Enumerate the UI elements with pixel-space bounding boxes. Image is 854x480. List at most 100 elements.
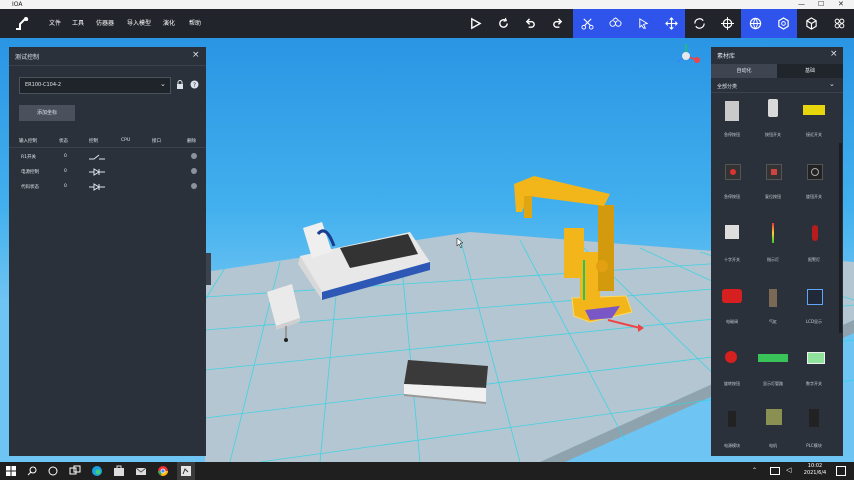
close-icon[interactable]: ×: [192, 50, 200, 60]
asset-item-2-icon[interactable]: [803, 105, 825, 115]
volume-icon[interactable]: ◁: [786, 466, 791, 474]
row-name: 代码状态: [21, 185, 39, 190]
column-control: 控制: [89, 139, 98, 144]
mail-icon[interactable]: [135, 465, 147, 477]
globe-tool-button[interactable]: [741, 9, 769, 38]
delete-icon[interactable]: [191, 168, 197, 174]
clock-time: 10:02: [807, 463, 823, 469]
undo-button[interactable]: [516, 9, 544, 38]
menu-import-model[interactable]: 导入模型: [127, 19, 151, 28]
diode-icon[interactable]: [89, 183, 105, 191]
task-view-icon[interactable]: [47, 465, 59, 477]
column-input-control: 输入控制: [19, 139, 37, 144]
asset-item-7-icon[interactable]: [772, 223, 774, 243]
minimize-button[interactable]: —: [798, 0, 805, 9]
edge-browser-icon[interactable]: [91, 465, 103, 477]
close-window-button[interactable]: ✕: [838, 0, 844, 9]
add-coordinate-button[interactable]: 添加坐标: [19, 105, 75, 121]
asset-item-13-icon[interactable]: [758, 354, 788, 362]
grid-icon: [834, 18, 844, 29]
delete-icon[interactable]: [191, 153, 197, 159]
robot-tool-button[interactable]: [601, 9, 629, 38]
target-tool-button[interactable]: [713, 9, 741, 38]
asset-item-11-icon[interactable]: [807, 289, 823, 305]
rotate-tool-button[interactable]: [685, 9, 713, 38]
close-icon[interactable]: ×: [830, 49, 838, 59]
select-tool-button[interactable]: [629, 9, 657, 38]
asset-item-1-icon[interactable]: [768, 99, 778, 117]
task-view-windows-icon[interactable]: [69, 465, 81, 477]
globe-icon: [749, 17, 761, 30]
asset-item-0-icon[interactable]: [725, 101, 739, 121]
rotate-icon: [693, 18, 705, 29]
asset-label: 十字开关: [724, 257, 740, 262]
redo-button[interactable]: [543, 9, 571, 38]
asset-label: 数字开关: [806, 381, 822, 386]
menu-evolve[interactable]: 演化: [163, 19, 175, 28]
panel-collapse-handle[interactable]: [206, 253, 211, 285]
asset-label: LCD显示: [805, 319, 823, 324]
asset-item-8-icon[interactable]: [812, 225, 818, 241]
asset-item-16-icon[interactable]: [766, 409, 782, 425]
menu-tools[interactable]: 工具: [72, 19, 84, 28]
notification-icon[interactable]: [836, 466, 846, 476]
io-table-header: 输入控制 状态 控制 CPU 接口 删除: [9, 135, 206, 148]
asset-item-4-icon[interactable]: [766, 164, 782, 180]
delete-icon[interactable]: [191, 183, 197, 189]
chrome-icon[interactable]: [157, 465, 169, 477]
asset-item-12-icon[interactable]: [725, 351, 737, 363]
refresh-button[interactable]: [489, 9, 517, 38]
move-tool-button[interactable]: [657, 9, 685, 38]
scrollbar[interactable]: [839, 143, 842, 333]
table-row: 电源控制 0: [9, 166, 206, 178]
category-select[interactable]: 全部分类 ⌄: [711, 80, 843, 93]
switch-closed-icon[interactable]: [89, 153, 105, 161]
table-row: 代码状态 0: [9, 181, 206, 193]
lock-icon[interactable]: [176, 80, 184, 89]
asset-item-9-icon[interactable]: [722, 289, 742, 303]
os-taskbar: ⌃ ◁ 10:02 2021/6/4: [0, 462, 854, 480]
row-state: 0: [64, 169, 67, 174]
asset-item-15-icon[interactable]: [728, 411, 736, 427]
asset-label: PLC模块: [806, 443, 822, 448]
maximize-button[interactable]: ☐: [818, 0, 824, 9]
row-name: R1开关: [21, 155, 36, 160]
app-logo-icon: [16, 17, 29, 30]
settings-tool-button[interactable]: [769, 9, 797, 38]
help-icon[interactable]: ?: [190, 80, 199, 89]
play-button[interactable]: [461, 9, 489, 38]
chevron-down-icon: ⌄: [829, 80, 835, 88]
undo-icon: [525, 18, 535, 28]
cursor-icon: [638, 18, 648, 29]
store-icon[interactable]: [113, 465, 125, 477]
menu-file[interactable]: 文件: [49, 19, 61, 28]
refresh-icon: [498, 17, 508, 28]
network-icon[interactable]: [770, 467, 780, 475]
asset-item-17-icon[interactable]: [809, 409, 819, 427]
tab-basic[interactable]: 基础: [777, 64, 843, 78]
tray-arrow-icon[interactable]: ⌃: [752, 467, 757, 474]
menu-help[interactable]: 帮助: [189, 19, 201, 28]
asset-library-panel: 素材库 × 自动化 基础 全部分类 ⌄ 急停按钮 按钮开关 接近开关 急停按钮 …: [711, 47, 843, 456]
menu-simulator[interactable]: 仿器器: [96, 19, 114, 28]
path-tool-button[interactable]: [573, 9, 601, 38]
panel-title: 素材库: [717, 53, 736, 60]
cube-tool-button[interactable]: [797, 9, 825, 38]
clock[interactable]: 10:02 2021/6/4: [800, 463, 830, 477]
windows-start-icon[interactable]: [5, 465, 17, 477]
asset-label: 气缸: [769, 319, 777, 324]
column-interface: 接口: [152, 139, 161, 144]
device-select[interactable]: ER100-C104-2 ⌄: [19, 77, 171, 94]
search-icon[interactable]: [26, 465, 38, 477]
asset-item-3-icon[interactable]: [725, 164, 741, 180]
app-taskbar-icon[interactable]: [180, 465, 192, 477]
asset-item-14-icon[interactable]: [807, 352, 825, 364]
diode-icon[interactable]: [89, 168, 105, 176]
asset-item-5-icon[interactable]: [807, 164, 823, 180]
device-select-value: ER100-C104-2: [25, 82, 62, 88]
asset-item-6-icon[interactable]: [725, 225, 739, 239]
robot-icon: [608, 17, 622, 27]
grid-tool-button[interactable]: [825, 9, 853, 38]
asset-item-10-icon[interactable]: [769, 289, 777, 307]
tab-automation[interactable]: 自动化: [711, 64, 777, 78]
